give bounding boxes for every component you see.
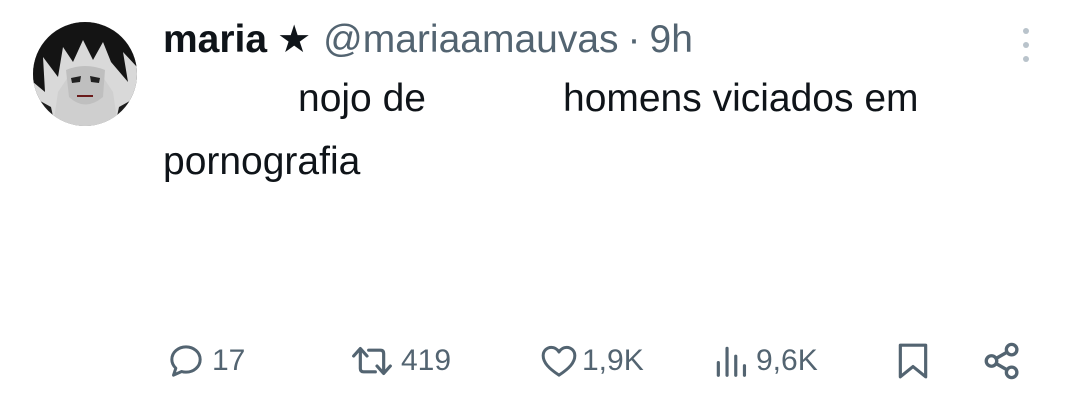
bookmark-icon (898, 343, 928, 379)
avatar[interactable] (33, 22, 137, 126)
timestamp[interactable]: 9h (650, 14, 693, 66)
like-count: 1,9K (582, 344, 644, 377)
display-name[interactable]: maria (163, 14, 267, 66)
star-icon: ★ (277, 19, 312, 61)
heart-icon (541, 345, 577, 377)
views-count: 9,6K (756, 344, 818, 377)
tweet-text-segment: nojo de (298, 77, 426, 120)
more-dot (1023, 28, 1029, 34)
tweet-text-line: pornografia (163, 140, 361, 183)
reply-count: 17 (212, 344, 246, 377)
like-button[interactable]: 1,9K (538, 333, 644, 389)
user-handle[interactable]: @mariaamauvas (323, 14, 618, 66)
share-button[interactable] (981, 333, 1023, 389)
views-chart-icon (716, 346, 747, 377)
bookmark-button[interactable] (894, 333, 932, 389)
more-dot (1023, 42, 1029, 48)
reply-icon (170, 345, 202, 377)
retweet-count: 419 (401, 344, 452, 377)
avatar-image (33, 22, 137, 126)
action-bar: 17 419 1,9K 9,6K (0, 333, 1080, 389)
separator-dot: · (627, 18, 641, 61)
retweet-button[interactable]: 419 (345, 333, 451, 389)
retweet-icon (352, 346, 392, 376)
more-dot (1023, 56, 1029, 62)
share-icon (984, 342, 1019, 380)
more-vertical-icon[interactable] (1016, 28, 1036, 62)
views-button[interactable]: 9,6K (712, 333, 818, 389)
reply-button[interactable]: 17 (166, 333, 245, 389)
tweet-text-segment: homens viciados em (563, 77, 919, 120)
tweet-header: maria ★ @mariaamauvas · 9h (163, 14, 693, 66)
